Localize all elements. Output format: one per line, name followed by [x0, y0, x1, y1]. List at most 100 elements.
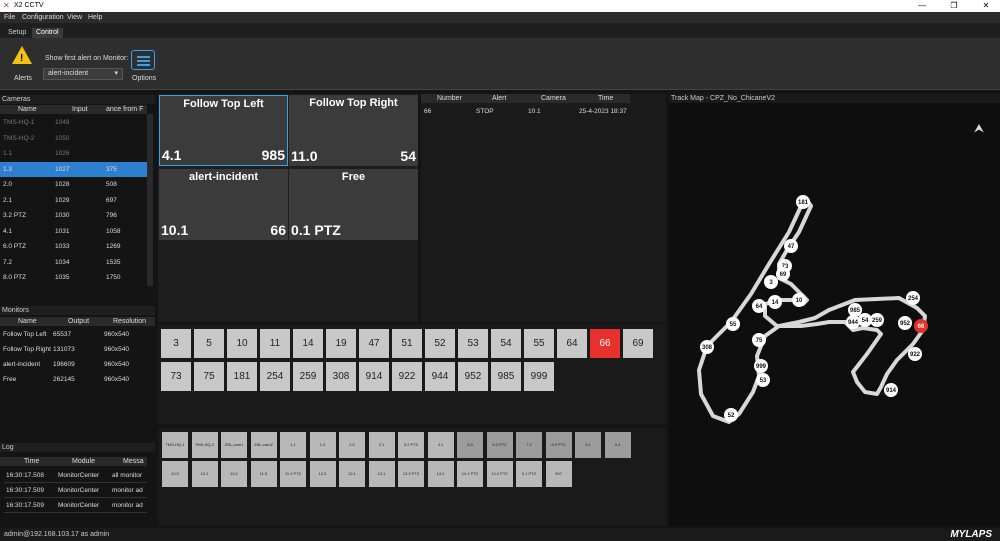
- transponder-button[interactable]: 73: [161, 362, 191, 391]
- monitor-row[interactable]: Free 262145 960x540: [0, 372, 155, 387]
- camera-row[interactable]: 3.2 PTZ 1030 796: [0, 208, 147, 223]
- camera-input: 1033: [55, 243, 70, 250]
- transponder-button[interactable]: 51: [392, 329, 422, 358]
- camera-button[interactable]: 12.1: [339, 461, 365, 487]
- camera-row[interactable]: TMS-HQ-2 1050: [0, 131, 147, 146]
- transponder-button[interactable]: 985: [491, 362, 521, 391]
- camera-button[interactable]: 997: [545, 461, 572, 487]
- monitor-row[interactable]: Follow Top Left 65537 960x540: [0, 327, 155, 342]
- transponder-button[interactable]: 259: [293, 362, 323, 391]
- menu-help[interactable]: Help: [88, 14, 102, 21]
- transponder-button[interactable]: 69: [623, 329, 653, 358]
- log-module: MonitorCenter: [58, 502, 100, 509]
- transponder-button[interactable]: 914: [359, 362, 389, 391]
- camera-button[interactable]: 14.2 PTZ: [486, 461, 513, 487]
- cameras-scrollbar[interactable]: [147, 114, 153, 286]
- transponder-button[interactable]: 52: [425, 329, 455, 358]
- maximize-icon[interactable]: ❐: [940, 0, 968, 12]
- transponder-button[interactable]: 55: [524, 329, 554, 358]
- tab-setup[interactable]: Setup: [4, 28, 30, 38]
- transponder-button[interactable]: 952: [458, 362, 488, 391]
- monitor-resolution: 960x540: [104, 346, 129, 353]
- transponder-button[interactable]: 999: [524, 362, 554, 391]
- camera-row[interactable]: 2.1 1029 697: [0, 193, 147, 208]
- transponder-button[interactable]: 11: [260, 329, 290, 358]
- options-label[interactable]: Options: [132, 75, 156, 82]
- monitor-tile[interactable]: Follow Top Right 11.0 54: [289, 95, 418, 166]
- map-marker-label: 254: [908, 296, 919, 302]
- camera-button[interactable]: 2.0: [339, 432, 365, 458]
- camera-button[interactable]: 12.0: [309, 461, 336, 487]
- transponder-button[interactable]: 54: [491, 329, 521, 358]
- camera-button[interactable]: 13.1: [368, 461, 395, 487]
- transponder-button[interactable]: 47: [359, 329, 389, 358]
- camera-button[interactable]: 10.2: [221, 461, 247, 487]
- map-marker-label: 985: [850, 308, 861, 314]
- transponder-button[interactable]: 5: [194, 329, 224, 358]
- camera-button[interactable]: 11.0: [250, 461, 277, 487]
- transponder-button[interactable]: 14: [293, 329, 323, 358]
- camera-button[interactable]: 0.1 PTZ: [516, 461, 542, 487]
- camera-button[interactable]: 8.0 PTZ: [545, 432, 572, 458]
- camera-row[interactable]: 4.1 1031 1058: [0, 224, 147, 239]
- transponder-button[interactable]: 64: [557, 329, 587, 358]
- alerts-label[interactable]: Alerts: [14, 75, 32, 82]
- camera-button[interactable]: 2.1: [368, 432, 395, 458]
- camera-button[interactable]: 4.1: [427, 432, 454, 458]
- transponder-button[interactable]: 922: [392, 362, 422, 391]
- transponder-button[interactable]: 181: [227, 362, 257, 391]
- camera-row[interactable]: TMS-HQ-1 1049: [0, 115, 147, 130]
- camera-input: 1029: [55, 196, 70, 204]
- camera-button[interactable]: 13.2 PTZ: [398, 461, 424, 487]
- camera-row[interactable]: 6.0 PTZ 1033 1269: [0, 239, 147, 254]
- camera-button[interactable]: 7.2: [516, 432, 542, 458]
- menu-file[interactable]: File: [4, 14, 15, 21]
- monitor-tile[interactable]: Free 0.1 PTZ: [289, 169, 418, 240]
- close-icon[interactable]: ✕: [972, 0, 1000, 12]
- camera-button[interactable]: 6.0 PTZ: [486, 432, 513, 458]
- camera-button[interactable]: 1.1: [280, 432, 306, 458]
- alert-row[interactable]: 66 STOP 10.1 25-4-2023 18:37: [421, 106, 630, 118]
- camera-row[interactable]: 7.2 1034 1535: [0, 255, 147, 270]
- minimize-icon[interactable]: —: [908, 0, 936, 12]
- transponder-button[interactable]: 254: [260, 362, 290, 391]
- camera-button[interactable]: 14.1 PTZ: [457, 461, 483, 487]
- camera-button[interactable]: 11.1 PTZ: [280, 461, 306, 487]
- transponder-button[interactable]: 53: [458, 329, 488, 358]
- menu-view[interactable]: View: [67, 14, 82, 21]
- monitor-row[interactable]: Follow Top Right 131073 960x540: [0, 342, 155, 357]
- camera-button[interactable]: 1.3: [309, 432, 336, 458]
- monitor-tile[interactable]: alert-incident 10.1 66: [159, 169, 288, 240]
- transponder-button[interactable]: 19: [326, 329, 356, 358]
- camera-row[interactable]: 8.0 PTZ 1035 1750: [0, 270, 147, 285]
- camera-row[interactable]: 1.1 1026: [0, 146, 147, 161]
- monitor-name: Follow Top Left: [3, 331, 47, 338]
- monitor-row[interactable]: alert-incident 196609 960x540: [0, 357, 155, 372]
- menu-configuration[interactable]: Configuration: [22, 14, 64, 21]
- camera-button[interactable]: ZNL-cam2: [250, 432, 277, 458]
- tab-control[interactable]: Control: [32, 28, 63, 38]
- window-title: X2 CCTV: [14, 2, 44, 9]
- monitor-tile[interactable]: Follow Top Left 4.1 985: [159, 95, 288, 166]
- camera-button[interactable]: ZNL-cam1: [221, 432, 247, 458]
- camera-row[interactable]: 1.3 1027 375: [0, 161, 147, 177]
- camera-button[interactable]: 9.4: [604, 432, 631, 458]
- camera-distance: 508: [106, 181, 117, 188]
- transponder-button[interactable]: 944: [425, 362, 455, 391]
- camera-button[interactable]: 3.2 PTZ: [398, 432, 424, 458]
- camera-button[interactable]: 9.1: [575, 432, 601, 458]
- transponder-button[interactable]: 66: [590, 329, 620, 358]
- options-button[interactable]: [131, 50, 155, 70]
- camera-button[interactable]: 5.0: [457, 432, 483, 458]
- transponder-button[interactable]: 3: [161, 329, 191, 358]
- camera-button[interactable]: 10.1: [191, 461, 218, 487]
- camera-button[interactable]: 14.0: [427, 461, 454, 487]
- transponder-button[interactable]: 10: [227, 329, 257, 358]
- camera-button[interactable]: TMS-HQ-2: [191, 432, 218, 458]
- monitor-select[interactable]: alert-incident ▾: [43, 68, 123, 80]
- transponder-button[interactable]: 308: [326, 362, 356, 391]
- transponder-button[interactable]: 75: [194, 362, 224, 391]
- camera-button[interactable]: 10.0: [162, 461, 188, 487]
- camera-row[interactable]: 2.0 1028 508: [0, 177, 147, 192]
- camera-button[interactable]: TMS-HQ-1: [162, 432, 188, 458]
